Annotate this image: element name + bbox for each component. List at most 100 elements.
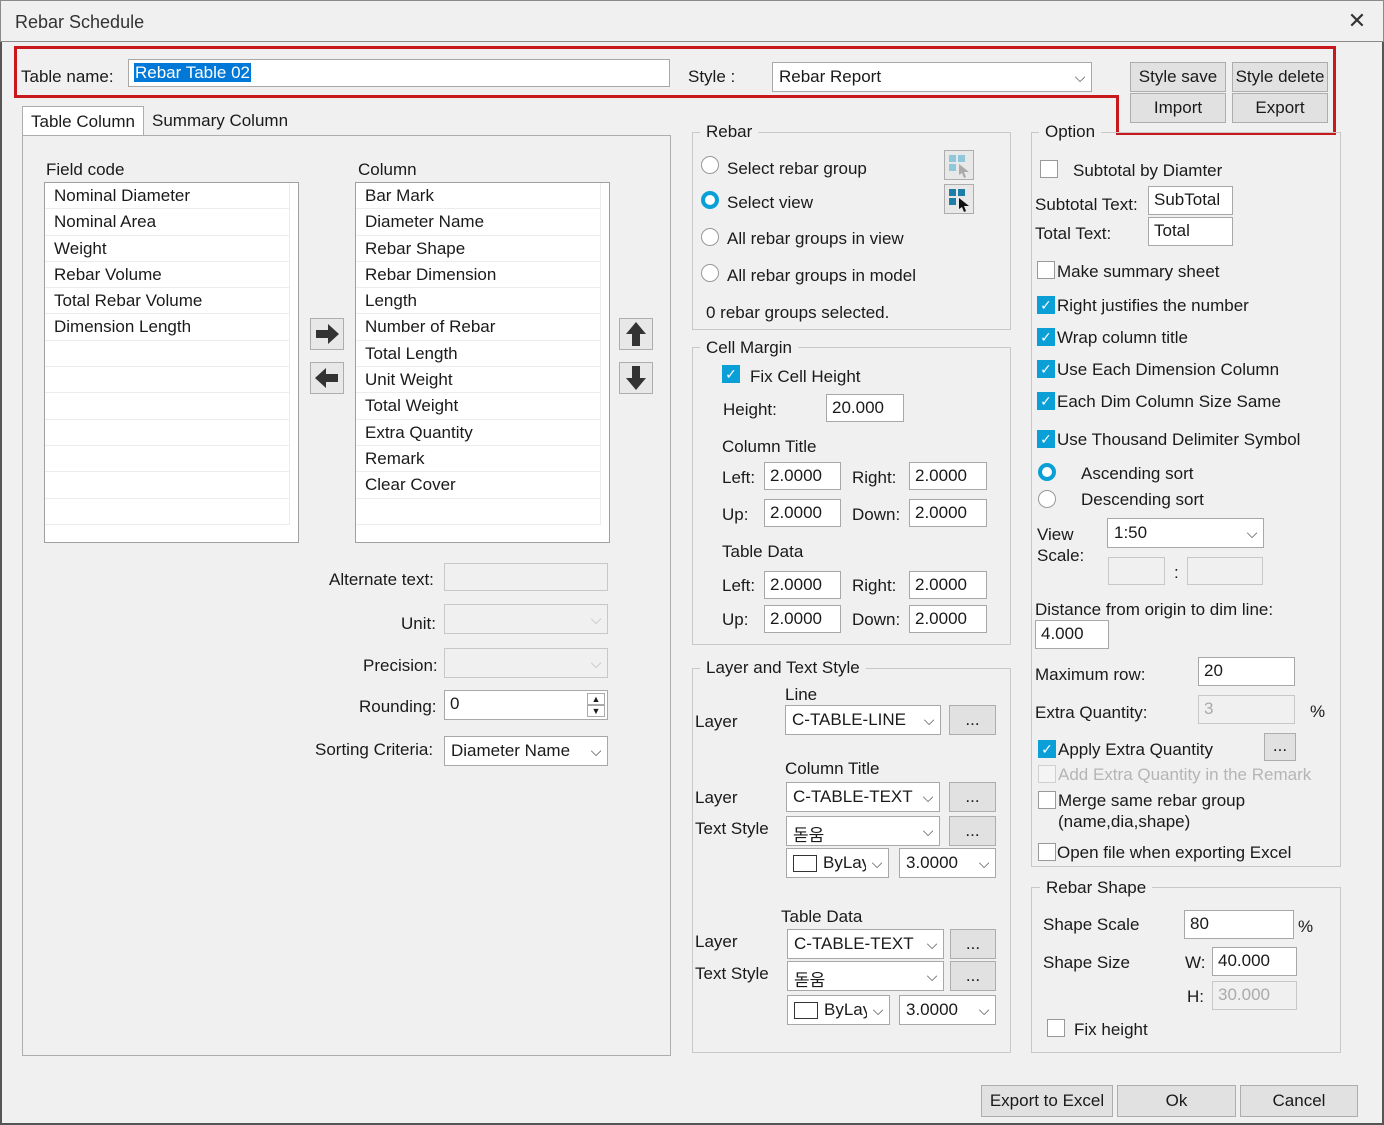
ct-text-style-select[interactable]: 돋움 ⌵ bbox=[786, 816, 940, 846]
extra-qty-input[interactable]: 3 bbox=[1198, 695, 1295, 724]
field-code-list[interactable]: Nominal Diameter Nominal Area Weight Rebar … bbox=[44, 182, 299, 543]
list-item[interactable]: Total Rebar Volume bbox=[45, 288, 290, 315]
alternate-text-input[interactable] bbox=[444, 563, 608, 591]
list-item[interactable]: Nominal Area bbox=[45, 209, 290, 236]
ct-layer-more-button[interactable]: ... bbox=[949, 782, 996, 812]
arrow-down-icon[interactable] bbox=[619, 362, 653, 394]
arrow-up-icon[interactable] bbox=[619, 318, 653, 350]
td-layer-more-button[interactable]: ... bbox=[950, 929, 996, 959]
td-layer-select[interactable]: C-TABLE-TEXT ⌵ bbox=[787, 929, 944, 959]
apply-extra-checkbox[interactable]: ✓ bbox=[1038, 740, 1056, 758]
wrap-title-checkbox[interactable]: ✓ bbox=[1037, 328, 1055, 346]
subtotal-by-diameter-checkbox[interactable] bbox=[1040, 160, 1058, 178]
list-item[interactable]: Bar Mark bbox=[356, 183, 601, 210]
list-item[interactable]: Rebar Dimension bbox=[356, 261, 601, 289]
td-color-select[interactable]: ByLayer ⌵ bbox=[787, 995, 890, 1025]
spin-down-icon[interactable]: ▼ bbox=[587, 705, 605, 717]
list-item[interactable]: Nominal Diameter bbox=[45, 183, 290, 210]
list-item bbox=[45, 472, 290, 499]
list-item[interactable]: Number of Rebar bbox=[356, 314, 601, 341]
list-item[interactable]: Dimension Length bbox=[45, 314, 290, 341]
shape-h-input[interactable]: 30.000 bbox=[1212, 981, 1297, 1010]
list-item[interactable]: Rebar Shape bbox=[356, 235, 601, 262]
ct-size-select[interactable]: 3.0000 ⌵ bbox=[899, 848, 996, 878]
ct-color-select[interactable]: ByLayer ⌵ bbox=[786, 848, 889, 878]
column-list[interactable]: Bar Mark Diameter Name Rebar Shape Rebar Di… bbox=[355, 182, 610, 543]
rounding-stepper[interactable]: 0 ▲ ▼ bbox=[444, 690, 608, 720]
ct-right-input[interactable]: 2.0000 bbox=[909, 462, 987, 490]
list-item[interactable]: Remark bbox=[356, 445, 601, 473]
apply-extra-label: Apply Extra Quantity bbox=[1058, 740, 1213, 759]
line-layer-select[interactable]: C-TABLE-LINE ⌵ bbox=[785, 705, 941, 735]
list-item[interactable]: Rebar Volume bbox=[45, 261, 290, 289]
height-input[interactable]: 20.000 bbox=[826, 394, 904, 422]
spin-up-icon[interactable]: ▲ bbox=[587, 693, 605, 705]
ct-down-input[interactable]: 2.0000 bbox=[909, 499, 987, 527]
select-view-radio[interactable] bbox=[701, 191, 719, 209]
all-in-view-radio[interactable] bbox=[701, 228, 719, 246]
fix-cell-height-checkbox[interactable]: ✓ bbox=[722, 365, 740, 383]
ct-up-input[interactable]: 2.0000 bbox=[764, 499, 841, 527]
ct-left-input[interactable]: 2.0000 bbox=[764, 462, 841, 490]
close-icon[interactable]: ✕ bbox=[1343, 7, 1371, 35]
td-left-input[interactable]: 2.0000 bbox=[764, 571, 841, 599]
list-item[interactable]: Weight bbox=[45, 235, 290, 262]
open-file-checkbox[interactable] bbox=[1038, 843, 1056, 861]
all-in-model-radio[interactable] bbox=[701, 264, 719, 282]
fix-height-checkbox[interactable] bbox=[1047, 1019, 1065, 1037]
cancel-button[interactable]: Cancel bbox=[1240, 1085, 1358, 1117]
td-text-style-select[interactable]: 돋움 ⌵ bbox=[787, 961, 944, 991]
arrow-left-icon[interactable] bbox=[310, 362, 344, 394]
list-item[interactable]: Diameter Name bbox=[356, 209, 601, 236]
precision-select[interactable]: ⌵ bbox=[444, 648, 608, 678]
tab-summary-column[interactable]: Summary Column bbox=[144, 106, 297, 135]
tab-table-column[interactable]: Table Column bbox=[22, 106, 144, 136]
select-rebar-group-radio[interactable] bbox=[701, 156, 719, 174]
list-item[interactable]: Unit Weight bbox=[356, 367, 601, 394]
merge-same-checkbox[interactable] bbox=[1038, 791, 1056, 809]
list-item[interactable]: Extra Quantity bbox=[356, 419, 601, 446]
sorting-criteria-select[interactable]: Diameter Name ⌵ bbox=[444, 736, 608, 766]
sorting-criteria-label: Sorting Criteria: bbox=[315, 740, 434, 759]
arrow-right-icon[interactable] bbox=[310, 318, 344, 350]
make-summary-checkbox[interactable] bbox=[1037, 261, 1055, 279]
td-text-style-more-button[interactable]: ... bbox=[950, 961, 996, 991]
td-right-label: Right: bbox=[852, 576, 897, 595]
ok-button[interactable]: Ok bbox=[1117, 1085, 1236, 1117]
list-item[interactable]: Total Length bbox=[356, 340, 601, 368]
scale-numerator-input[interactable] bbox=[1108, 557, 1165, 585]
td-right-input[interactable]: 2.0000 bbox=[909, 571, 987, 599]
scale-denominator-input[interactable] bbox=[1187, 557, 1263, 585]
line-layer-more-button[interactable]: ... bbox=[949, 705, 996, 735]
list-item[interactable]: Clear Cover bbox=[356, 472, 601, 499]
shape-w-input[interactable]: 40.000 bbox=[1212, 947, 1297, 976]
ascending-sort-radio[interactable] bbox=[1038, 463, 1056, 481]
each-dim-same-checkbox[interactable]: ✓ bbox=[1037, 392, 1055, 410]
shape-scale-input[interactable]: 80 bbox=[1184, 910, 1294, 939]
subtotal-text-input[interactable]: SubTotal bbox=[1148, 186, 1233, 215]
descending-sort-label: Descending sort bbox=[1081, 490, 1204, 509]
right-justifies-checkbox[interactable]: ✓ bbox=[1037, 296, 1055, 314]
ct-text-style-more-button[interactable]: ... bbox=[949, 816, 996, 846]
apply-extra-more-button[interactable]: ... bbox=[1264, 733, 1296, 761]
total-text-input[interactable]: Total bbox=[1148, 217, 1233, 246]
unit-select[interactable]: ⌵ bbox=[444, 604, 608, 634]
export-to-excel-button[interactable]: Export to Excel bbox=[981, 1085, 1113, 1117]
pick-view-icon[interactable] bbox=[944, 184, 974, 214]
view-scale-select[interactable]: 1:50 ⌵ bbox=[1107, 518, 1264, 548]
td-up-input[interactable]: 2.0000 bbox=[764, 605, 841, 633]
pick-group-icon[interactable] bbox=[944, 150, 974, 180]
td-down-input[interactable]: 2.0000 bbox=[909, 605, 987, 633]
open-file-label: Open file when exporting Excel bbox=[1057, 843, 1292, 862]
use-thousand-checkbox[interactable]: ✓ bbox=[1037, 430, 1055, 448]
td-size-select[interactable]: 3.0000 ⌵ bbox=[899, 995, 996, 1025]
descending-sort-radio[interactable] bbox=[1038, 490, 1056, 508]
ct-layer-select[interactable]: C-TABLE-TEXT ⌵ bbox=[786, 782, 940, 812]
use-each-dim-checkbox[interactable]: ✓ bbox=[1037, 360, 1055, 378]
max-row-input[interactable]: 20 bbox=[1198, 657, 1295, 686]
add-extra-remark-checkbox[interactable] bbox=[1038, 765, 1056, 783]
list-item[interactable]: Total Weight bbox=[356, 393, 601, 420]
cell-margin-title: Cell Margin bbox=[700, 338, 798, 358]
list-item[interactable]: Length bbox=[356, 288, 601, 315]
distance-input[interactable]: 4.000 bbox=[1035, 620, 1109, 649]
